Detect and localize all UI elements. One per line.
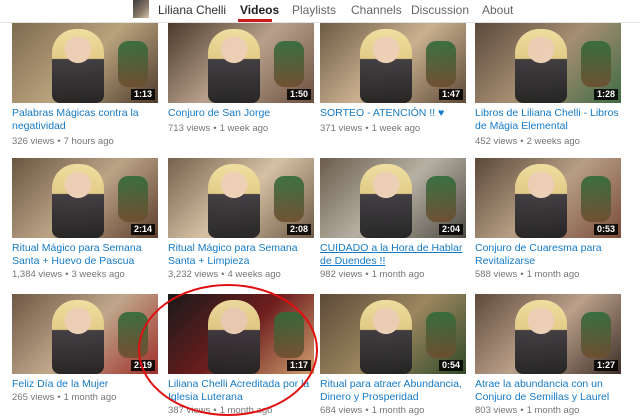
video-age: 1 month ago (526, 405, 580, 416)
video-duration: 0:53 (593, 224, 618, 235)
video-title[interactable]: Conjuro de Cuaresma para Revitalizarse (475, 242, 625, 268)
video-title[interactable]: Conjuro de San Jorge (168, 107, 318, 120)
video-meta: 326 views • 7 hours ago (12, 136, 114, 147)
video-duration: 2:19 (130, 360, 155, 371)
video-thumbnail[interactable]: 0:53 (475, 158, 621, 238)
video-title[interactable]: Ritual para atraer Abundancia, Dinero y … (320, 378, 470, 404)
video-meta: 588 views • 1 month ago (475, 269, 580, 280)
video-duration: 2:08 (286, 224, 311, 235)
video-title[interactable]: Ritual Mágico para Semana Santa + Huevo … (12, 242, 162, 268)
video-age: 1 week ago (219, 123, 269, 134)
video-thumbnail[interactable]: 0:54 (320, 294, 466, 374)
video-duration: 0:54 (438, 360, 463, 371)
video-meta: 713 views • 1 week ago (168, 123, 269, 134)
video-meta: 387 views • 1 month ago (168, 405, 273, 416)
video-views: 588 views (475, 269, 518, 280)
video-title[interactable]: Libros de Liliana Chelli - Libros de Mág… (475, 107, 625, 133)
video-duration: 1:17 (286, 360, 311, 371)
video-views: 371 views (320, 123, 363, 134)
video-views: 1,384 views (12, 269, 63, 280)
video-views: 265 views (12, 392, 55, 403)
video-duration: 2:14 (130, 224, 155, 235)
video-thumbnail[interactable]: 1:13 (12, 23, 158, 103)
video-age: 1 month ago (371, 269, 425, 280)
video-age: 2 weeks ago (526, 136, 580, 147)
video-views: 713 views (168, 123, 211, 134)
video-title[interactable]: Liliana Chelli Acreditada por la Iglesia… (168, 378, 318, 404)
video-title[interactable]: Feliz Día de la Mujer (12, 378, 162, 391)
video-age: 3 weeks ago (71, 269, 125, 280)
video-meta: 684 views • 1 month ago (320, 405, 425, 416)
video-grid: 1:13 Palabras Mágicas contra la negativi… (0, 0, 640, 420)
video-meta: 803 views • 1 month ago (475, 405, 580, 416)
video-age: 7 hours ago (63, 136, 114, 147)
video-meta: 371 views • 1 week ago (320, 123, 421, 134)
video-views: 982 views (320, 269, 363, 280)
video-thumbnail[interactable]: 2:14 (12, 158, 158, 238)
video-meta: 982 views • 1 month ago (320, 269, 425, 280)
video-thumbnail[interactable]: 2:04 (320, 158, 466, 238)
video-duration: 2:04 (438, 224, 463, 235)
video-thumbnail[interactable]: 1:27 (475, 294, 621, 374)
video-title[interactable]: Ritual Mágico para Semana Santa + Limpie… (168, 242, 318, 268)
video-thumbnail[interactable]: 1:50 (168, 23, 314, 103)
video-thumbnail[interactable]: 1:28 (475, 23, 621, 103)
video-meta: 265 views • 1 month ago (12, 392, 117, 403)
video-age: 1 month ago (526, 269, 580, 280)
video-duration: 1:47 (438, 89, 463, 100)
video-views: 684 views (320, 405, 363, 416)
video-thumbnail[interactable]: 2:19 (12, 294, 158, 374)
video-meta: 1,384 views • 3 weeks ago (12, 269, 125, 280)
video-meta: 3,232 views • 4 weeks ago (168, 269, 281, 280)
video-title[interactable]: Palabras Mágicas contra la negatividad (12, 107, 162, 133)
video-title[interactable]: Atrae la abundancia con un Conjuro de Se… (475, 378, 625, 404)
video-thumbnail[interactable]: 2:08 (168, 158, 314, 238)
video-views: 452 views (475, 136, 518, 147)
video-views: 803 views (475, 405, 518, 416)
video-title[interactable]: CUIDADO a la Hora de Hablar de Duendes !… (320, 242, 470, 268)
video-meta: 452 views • 2 weeks ago (475, 136, 580, 147)
video-duration: 1:27 (593, 360, 618, 371)
video-age: 1 month ago (219, 405, 273, 416)
video-age: 4 weeks ago (227, 269, 281, 280)
video-age: 1 month ago (63, 392, 117, 403)
video-thumbnail[interactable]: 1:47 (320, 23, 466, 103)
video-views: 3,232 views (168, 269, 219, 280)
video-duration: 1:50 (286, 89, 311, 100)
video-views: 326 views (12, 136, 55, 147)
video-duration: 1:28 (593, 89, 618, 100)
video-duration: 1:13 (130, 89, 155, 100)
video-views: 387 views (168, 405, 211, 416)
video-age: 1 month ago (371, 405, 425, 416)
video-thumbnail[interactable]: 1:17 (168, 294, 314, 374)
video-age: 1 week ago (371, 123, 421, 134)
video-title[interactable]: SORTEO - ATENCIÓN !! ♥ (320, 107, 470, 120)
